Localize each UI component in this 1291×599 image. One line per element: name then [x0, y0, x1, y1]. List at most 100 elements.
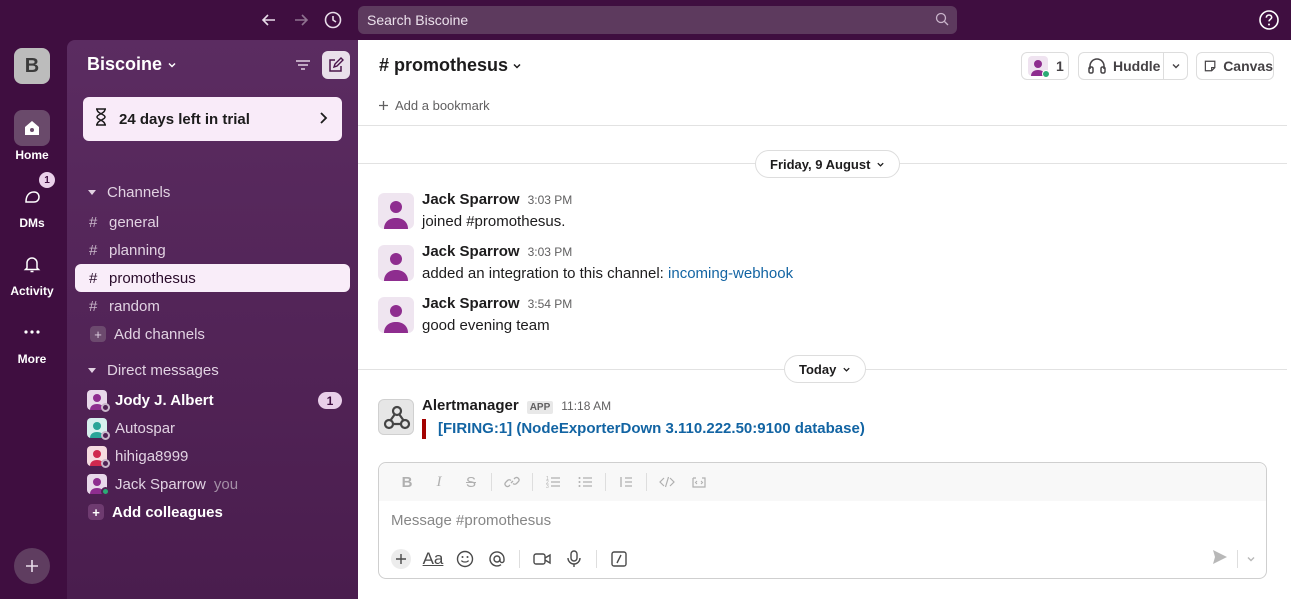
date-label: Friday, 9 August: [770, 156, 871, 172]
send-divider: [1237, 550, 1238, 568]
add-bookmark-button[interactable]: Add a bookmark: [378, 98, 490, 113]
huddle-label: Huddle: [1113, 58, 1161, 74]
app-tag: APP: [526, 401, 554, 414]
search-input[interactable]: Search Biscoine: [358, 6, 957, 34]
message-text: joined #promothesus.: [422, 213, 566, 230]
channel-sidebar: Biscoine 24 days left in trial Channels …: [67, 40, 358, 599]
dms-section-header[interactable]: Direct messages: [87, 362, 219, 379]
message-text-wrap: added an integration to this channel: in…: [422, 265, 793, 282]
webhook-icon[interactable]: [378, 399, 414, 435]
channels-section-header[interactable]: Channels: [87, 184, 170, 201]
workspace-name-menu[interactable]: Biscoine: [87, 54, 178, 75]
emoji-icon[interactable]: [449, 545, 481, 573]
avatar[interactable]: [378, 193, 414, 229]
message-item: Jack Sparrow 3:54 PM good evening team: [378, 295, 1258, 339]
date-jump-button[interactable]: Friday, 9 August: [755, 150, 901, 178]
chevron-down-icon: [168, 62, 176, 68]
dm-name: Autospar: [115, 419, 176, 437]
code-block-icon[interactable]: [683, 468, 715, 496]
avatar[interactable]: [378, 245, 414, 281]
status-away-icon: [101, 459, 110, 468]
message-input[interactable]: Message #promothesus: [391, 512, 551, 529]
canvas-button[interactable]: Canvas: [1196, 52, 1274, 80]
date-jump-button[interactable]: Today: [784, 355, 867, 383]
link-icon[interactable]: [496, 468, 528, 496]
trial-banner[interactable]: 24 days left in trial: [83, 97, 342, 141]
strikethrough-icon[interactable]: S: [455, 468, 487, 496]
send-icon[interactable]: [1211, 548, 1229, 570]
message-author[interactable]: Jack Sparrow: [422, 191, 520, 208]
dm-item-jody[interactable]: Jody J. Albert 1: [75, 386, 350, 414]
help-icon[interactable]: [1258, 9, 1280, 35]
toolbar-divider: [532, 473, 533, 491]
unread-badge: 1: [318, 392, 342, 409]
message-composer: B I S 123 Message #promothesus Aa: [378, 462, 1267, 579]
microphone-icon[interactable]: [558, 545, 590, 573]
channel-title-menu[interactable]: # promothesus: [379, 55, 523, 76]
schedule-chevron-down-icon[interactable]: [1246, 551, 1256, 568]
workspace-avatar[interactable]: B: [14, 48, 50, 84]
message-author[interactable]: Jack Sparrow: [422, 295, 520, 312]
rail-activity[interactable]: Activity: [0, 246, 64, 298]
filter-icon[interactable]: [293, 55, 313, 79]
back-arrow-icon[interactable]: [257, 8, 281, 32]
message-time[interactable]: 11:18 AM: [561, 399, 611, 413]
message-text: added an integration to this channel:: [422, 265, 669, 282]
avatar[interactable]: [378, 297, 414, 333]
hash-icon: #: [89, 269, 98, 287]
dm-item-jack-sparrow[interactable]: Jack Sparrow you: [75, 470, 350, 498]
attach-plus-button[interactable]: [385, 545, 417, 573]
rail-home[interactable]: Home: [0, 110, 64, 162]
message-author[interactable]: Jack Sparrow: [422, 243, 520, 260]
message-item: Alertmanager APP 11:18 AM [FIRING:1] (No…: [378, 397, 1258, 441]
rail-dms[interactable]: 1 DMs: [0, 172, 64, 230]
history-clock-icon[interactable]: [321, 8, 345, 32]
toolbar-divider: [491, 473, 492, 491]
add-colleagues-button[interactable]: + Add colleagues: [75, 498, 350, 526]
avatar: [87, 418, 110, 440]
send-controls: [1211, 548, 1256, 570]
search-placeholder: Search Biscoine: [367, 12, 469, 28]
dm-name: Jody J. Albert: [115, 391, 214, 409]
channel-item-planning[interactable]: # planning: [75, 236, 350, 264]
channel-item-random[interactable]: # random: [75, 292, 350, 320]
blockquote-icon[interactable]: [610, 468, 642, 496]
video-icon[interactable]: [526, 545, 558, 573]
add-workspace-button[interactable]: [14, 548, 50, 584]
plus-icon: [26, 560, 38, 572]
channel-item-general[interactable]: # general: [75, 208, 350, 236]
message-time[interactable]: 3:03 PM: [528, 193, 573, 207]
message-time[interactable]: 3:03 PM: [528, 245, 573, 259]
integration-link[interactable]: incoming-webhook: [668, 265, 793, 282]
message-author[interactable]: Alertmanager: [422, 397, 519, 414]
dm-name: Jack Sparrow: [115, 475, 206, 493]
channel-name: random: [109, 297, 160, 315]
add-channels-button[interactable]: + Add channels: [75, 320, 350, 348]
ordered-list-icon[interactable]: 123: [537, 468, 569, 496]
dm-item-autospar[interactable]: Autospar: [75, 414, 350, 442]
chevron-down-icon: [843, 367, 850, 372]
rail-more[interactable]: More: [0, 314, 64, 366]
slash-command-icon[interactable]: [603, 545, 635, 573]
bold-icon[interactable]: B: [391, 468, 423, 496]
canvas-icon: [1204, 60, 1216, 72]
message-time[interactable]: 3:54 PM: [528, 297, 573, 311]
mention-icon[interactable]: [481, 545, 513, 573]
code-icon[interactable]: [651, 468, 683, 496]
members-button[interactable]: 1: [1021, 52, 1069, 80]
bulleted-list-icon[interactable]: [569, 468, 601, 496]
members-count: 1: [1056, 58, 1064, 74]
formatting-aa-icon[interactable]: Aa: [417, 545, 449, 573]
huddle-button[interactable]: Huddle: [1078, 52, 1188, 80]
compose-button[interactable]: [322, 51, 350, 79]
channel-item-promothesus[interactable]: # promothesus: [75, 264, 350, 292]
alert-attachment[interactable]: [FIRING:1] (NodeExporterDown 3.110.222.5…: [422, 419, 865, 439]
toolbar-divider: [646, 473, 647, 491]
canvas-label: Canvas: [1223, 58, 1273, 74]
message-text: good evening team: [422, 317, 550, 334]
rail-home-label: Home: [15, 148, 49, 162]
dm-item-hihiga[interactable]: hihiga8999: [75, 442, 350, 470]
italic-icon[interactable]: I: [423, 468, 455, 496]
svg-text:3: 3: [546, 484, 549, 490]
forward-arrow-icon[interactable]: [289, 8, 313, 32]
